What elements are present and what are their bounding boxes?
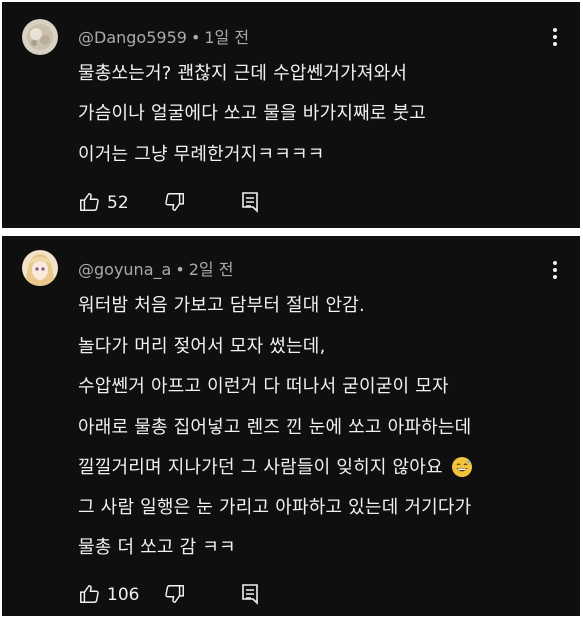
comment-text-line: 이거는 그냥 무례한거지ㅋㅋㅋㅋ: [78, 144, 325, 165]
reply-icon[interactable]: [240, 191, 260, 217]
thumbs-up-icon[interactable]: [78, 583, 100, 609]
comment-text-line: 물총 더 쏘고 감 ㅋㅋ: [78, 537, 236, 558]
separator: •: [175, 260, 185, 279]
timestamp[interactable]: 2일 전: [189, 260, 234, 279]
comment-text-line: 놀다가 머리 젖어서 모자 썼는데,: [78, 336, 326, 357]
like-count: 52: [107, 193, 129, 213]
comment-text-line: 그 사람 일행은 눈 가리고 아파하고 있는데 거기다가: [78, 497, 472, 518]
comment-actions: 106: [78, 583, 278, 609]
author-handle[interactable]: @Dango5959: [78, 28, 187, 47]
comment-text-line: 물총쏘는거? 괜찮지 근데 수압쎈거가져와서: [78, 63, 408, 84]
comment-card: @Dango5959 • 1일 전 물총쏘는거? 괜찮지 근데 수압쎈거가져와서 가…: [2, 2, 580, 228]
comment-text-line: 낄낄거리며 지나가던 그 사람들이 잊히지 않아요: [78, 453, 473, 483]
more-vert-icon[interactable]: [552, 28, 558, 49]
comment-text-line: 워터밤 처음 가보고 담부터 절대 안감.: [78, 295, 365, 316]
avatar[interactable]: [22, 250, 58, 286]
avatar[interactable]: [22, 19, 58, 55]
thumbs-down-icon[interactable]: [164, 191, 186, 217]
like-count: 106: [107, 585, 140, 605]
comment-text-line: 아래로 물총 집어넣고 렌즈 낀 눈에 쏘고 아파하는데: [78, 417, 472, 438]
comment-text-line: 수압쎈거 아프고 이런거 다 떠나서 굳이굳이 모자: [78, 376, 449, 397]
comment-header: @goyuna_a • 2일 전: [78, 256, 233, 280]
comment-header: @Dango5959 • 1일 전: [78, 24, 249, 48]
comment-text-line: 가슴이나 얼굴에다 쏘고 물을 바가지째로 붓고: [78, 103, 427, 124]
comment-actions: 52: [78, 191, 278, 217]
comment-text-segment: 낄낄거리며 지나가던 그 사람들이 잊히지 않아요: [78, 457, 443, 478]
more-vert-icon[interactable]: [552, 261, 558, 282]
reply-icon[interactable]: [240, 583, 260, 609]
comment-card: @goyuna_a • 2일 전 워터밤 처음 가보고 담부터 절대 안감. 놀다가…: [2, 236, 580, 616]
thumbs-up-icon[interactable]: [78, 191, 100, 217]
author-handle[interactable]: @goyuna_a: [78, 260, 171, 279]
grinning-sweat-emoji: [451, 456, 473, 483]
separator: •: [190, 28, 201, 47]
timestamp[interactable]: 1일 전: [204, 28, 249, 47]
thumbs-down-icon[interactable]: [164, 583, 186, 609]
